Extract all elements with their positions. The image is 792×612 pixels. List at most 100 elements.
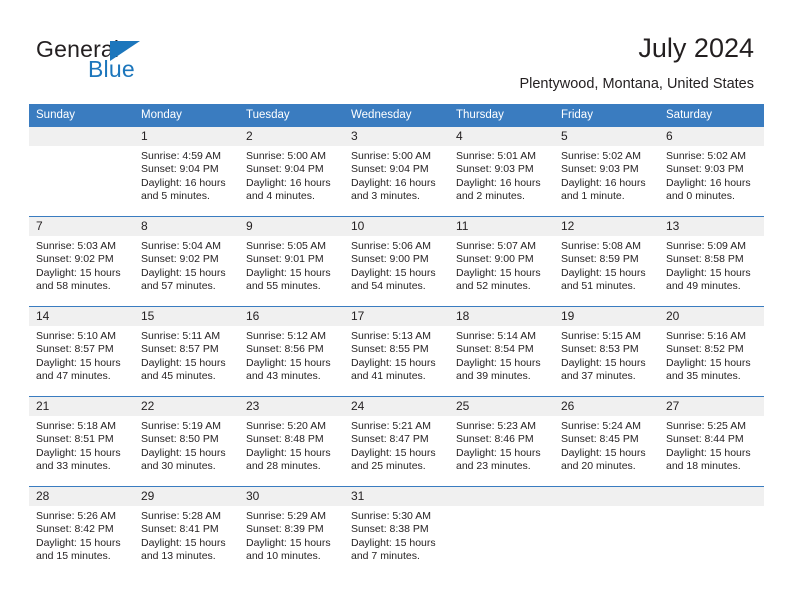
day-cell[interactable]: 13 Sunrise: 5:09 AM Sunset: 8:58 PM Dayl… [659, 216, 764, 307]
day-cell[interactable]: 31 Sunrise: 5:30 AM Sunset: 8:38 PM Dayl… [344, 486, 449, 576]
sunset-text: Sunset: 8:45 PM [561, 433, 639, 446]
day-details: Sunrise: 5:25 AM Sunset: 8:44 PM Dayligh… [659, 416, 764, 474]
day-cell[interactable]: 20 Sunrise: 5:16 AM Sunset: 8:52 PM Dayl… [659, 306, 764, 397]
day-cell[interactable]: 26 Sunrise: 5:24 AM Sunset: 8:45 PM Dayl… [554, 396, 659, 487]
day-cell[interactable]: 6 Sunrise: 5:02 AM Sunset: 9:03 PM Dayli… [659, 127, 764, 217]
day-details: Sunrise: 5:11 AM Sunset: 8:57 PM Dayligh… [134, 326, 239, 384]
sunrise-text: Sunrise: 5:10 AM [36, 330, 116, 342]
daylight-text-line2: and 2 minutes. [456, 190, 525, 203]
calendar-grid: Sunday Monday Tuesday Wednesday Thursday… [29, 104, 764, 576]
page-subtitle-location: Plentywood, Montana, United States [519, 76, 754, 92]
day-details: Sunrise: 5:24 AM Sunset: 8:45 PM Dayligh… [554, 416, 659, 474]
day-number: 12 [554, 217, 659, 236]
sunrise-text: Sunrise: 5:25 AM [666, 420, 746, 432]
calendar-header-row: Sunday Monday Tuesday Wednesday Thursday… [29, 104, 764, 127]
day-cell[interactable]: 18 Sunrise: 5:14 AM Sunset: 8:54 PM Dayl… [449, 306, 554, 397]
daylight-text-line2: and 47 minutes. [36, 370, 111, 383]
daylight-text-line2: and 45 minutes. [141, 370, 216, 383]
day-cell[interactable] [659, 486, 764, 576]
sunset-text: Sunset: 8:55 PM [351, 343, 429, 356]
day-cell[interactable]: 30 Sunrise: 5:29 AM Sunset: 8:39 PM Dayl… [239, 486, 344, 576]
day-number: 6 [659, 127, 764, 146]
day-details: Sunrise: 5:28 AM Sunset: 8:41 PM Dayligh… [134, 506, 239, 564]
sunset-text: Sunset: 9:00 PM [456, 253, 534, 266]
daylight-text-line2: and 41 minutes. [351, 370, 426, 383]
day-cell[interactable]: 10 Sunrise: 5:06 AM Sunset: 9:00 PM Dayl… [344, 216, 449, 307]
daylight-text-line2: and 15 minutes. [36, 550, 111, 563]
day-number: 7 [29, 217, 134, 236]
sunset-text: Sunset: 9:02 PM [141, 253, 219, 266]
sunrise-text: Sunrise: 5:12 AM [246, 330, 326, 342]
day-number: 4 [449, 127, 554, 146]
day-details: Sunrise: 5:15 AM Sunset: 8:53 PM Dayligh… [554, 326, 659, 384]
day-cell[interactable] [449, 486, 554, 576]
day-cell[interactable]: 19 Sunrise: 5:15 AM Sunset: 8:53 PM Dayl… [554, 306, 659, 397]
day-cell[interactable]: 16 Sunrise: 5:12 AM Sunset: 8:56 PM Dayl… [239, 306, 344, 397]
day-cell[interactable]: 17 Sunrise: 5:13 AM Sunset: 8:55 PM Dayl… [344, 306, 449, 397]
day-number [29, 127, 134, 146]
daylight-text-line2: and 33 minutes. [36, 460, 111, 473]
day-number: 25 [449, 397, 554, 416]
day-cell[interactable]: 7 Sunrise: 5:03 AM Sunset: 9:02 PM Dayli… [29, 216, 134, 307]
day-cell[interactable]: 21 Sunrise: 5:18 AM Sunset: 8:51 PM Dayl… [29, 396, 134, 487]
day-cell[interactable]: 24 Sunrise: 5:21 AM Sunset: 8:47 PM Dayl… [344, 396, 449, 487]
sunset-text: Sunset: 9:04 PM [351, 163, 429, 176]
day-cell[interactable]: 22 Sunrise: 5:19 AM Sunset: 8:50 PM Dayl… [134, 396, 239, 487]
day-details: Sunrise: 5:07 AM Sunset: 9:00 PM Dayligh… [449, 236, 554, 294]
day-cell[interactable]: 9 Sunrise: 5:05 AM Sunset: 9:01 PM Dayli… [239, 216, 344, 307]
daylight-text-line1: Daylight: 15 hours [141, 356, 226, 369]
day-cell[interactable]: 29 Sunrise: 5:28 AM Sunset: 8:41 PM Dayl… [134, 486, 239, 576]
daylight-text-line2: and 4 minutes. [246, 190, 315, 203]
day-cell[interactable] [29, 127, 134, 217]
day-number: 29 [134, 487, 239, 506]
day-details: Sunrise: 5:29 AM Sunset: 8:39 PM Dayligh… [239, 506, 344, 564]
weekday-header-thursday: Thursday [449, 104, 554, 127]
logo-text-blue: Blue [88, 56, 135, 82]
day-cell[interactable]: 14 Sunrise: 5:10 AM Sunset: 8:57 PM Dayl… [29, 306, 134, 397]
day-details: Sunrise: 5:19 AM Sunset: 8:50 PM Dayligh… [134, 416, 239, 474]
day-details: Sunrise: 5:02 AM Sunset: 9:03 PM Dayligh… [554, 146, 659, 204]
sunrise-text: Sunrise: 5:15 AM [561, 330, 641, 342]
day-cell[interactable]: 5 Sunrise: 5:02 AM Sunset: 9:03 PM Dayli… [554, 127, 659, 217]
day-cell[interactable]: 12 Sunrise: 5:08 AM Sunset: 8:59 PM Dayl… [554, 216, 659, 307]
day-details: Sunrise: 5:03 AM Sunset: 9:02 PM Dayligh… [29, 236, 134, 294]
day-details: Sunrise: 5:04 AM Sunset: 9:02 PM Dayligh… [134, 236, 239, 294]
day-cell[interactable]: 3 Sunrise: 5:00 AM Sunset: 9:04 PM Dayli… [344, 127, 449, 217]
day-number [554, 487, 659, 506]
day-cell[interactable] [554, 486, 659, 576]
day-cell[interactable]: 1 Sunrise: 4:59 AM Sunset: 9:04 PM Dayli… [134, 127, 239, 217]
sunrise-text: Sunrise: 5:23 AM [456, 420, 536, 432]
day-details: Sunrise: 5:23 AM Sunset: 8:46 PM Dayligh… [449, 416, 554, 474]
day-cell[interactable]: 4 Sunrise: 5:01 AM Sunset: 9:03 PM Dayli… [449, 127, 554, 217]
calendar-page: General Blue July 2024 Plentywood, Monta… [0, 0, 792, 612]
daylight-text-line2: and 3 minutes. [351, 190, 420, 203]
day-details: Sunrise: 5:21 AM Sunset: 8:47 PM Dayligh… [344, 416, 449, 474]
day-cell[interactable]: 23 Sunrise: 5:20 AM Sunset: 8:48 PM Dayl… [239, 396, 344, 487]
sunrise-text: Sunrise: 5:28 AM [141, 510, 221, 522]
day-cell[interactable]: 8 Sunrise: 5:04 AM Sunset: 9:02 PM Dayli… [134, 216, 239, 307]
sunrise-text: Sunrise: 5:02 AM [561, 150, 641, 162]
day-cell[interactable]: 25 Sunrise: 5:23 AM Sunset: 8:46 PM Dayl… [449, 396, 554, 487]
day-cell[interactable]: 15 Sunrise: 5:11 AM Sunset: 8:57 PM Dayl… [134, 306, 239, 397]
calendar-week-row: 1 Sunrise: 4:59 AM Sunset: 9:04 PM Dayli… [29, 127, 764, 217]
day-cell[interactable]: 27 Sunrise: 5:25 AM Sunset: 8:44 PM Dayl… [659, 396, 764, 487]
day-number: 10 [344, 217, 449, 236]
day-cell[interactable]: 11 Sunrise: 5:07 AM Sunset: 9:00 PM Dayl… [449, 216, 554, 307]
day-number: 17 [344, 307, 449, 326]
weekday-header-sunday: Sunday [29, 104, 134, 127]
daylight-text-line1: Daylight: 15 hours [141, 446, 226, 459]
daylight-text-line2: and 54 minutes. [351, 280, 426, 293]
day-cell[interactable]: 2 Sunrise: 5:00 AM Sunset: 9:04 PM Dayli… [239, 127, 344, 217]
sunrise-text: Sunrise: 5:07 AM [456, 240, 536, 252]
daylight-text-line1: Daylight: 15 hours [141, 266, 226, 279]
daylight-text-line1: Daylight: 15 hours [351, 266, 436, 279]
sunrise-text: Sunrise: 5:00 AM [246, 150, 326, 162]
sunset-text: Sunset: 8:57 PM [36, 343, 114, 356]
day-details: Sunrise: 5:06 AM Sunset: 9:00 PM Dayligh… [344, 236, 449, 294]
day-cell[interactable]: 28 Sunrise: 5:26 AM Sunset: 8:42 PM Dayl… [29, 486, 134, 576]
daylight-text-line1: Daylight: 15 hours [141, 536, 226, 549]
daylight-text-line1: Daylight: 15 hours [561, 446, 646, 459]
daylight-text-line1: Daylight: 16 hours [351, 176, 436, 189]
daylight-text-line2: and 1 minute. [561, 190, 625, 203]
daylight-text-line1: Daylight: 15 hours [246, 266, 331, 279]
